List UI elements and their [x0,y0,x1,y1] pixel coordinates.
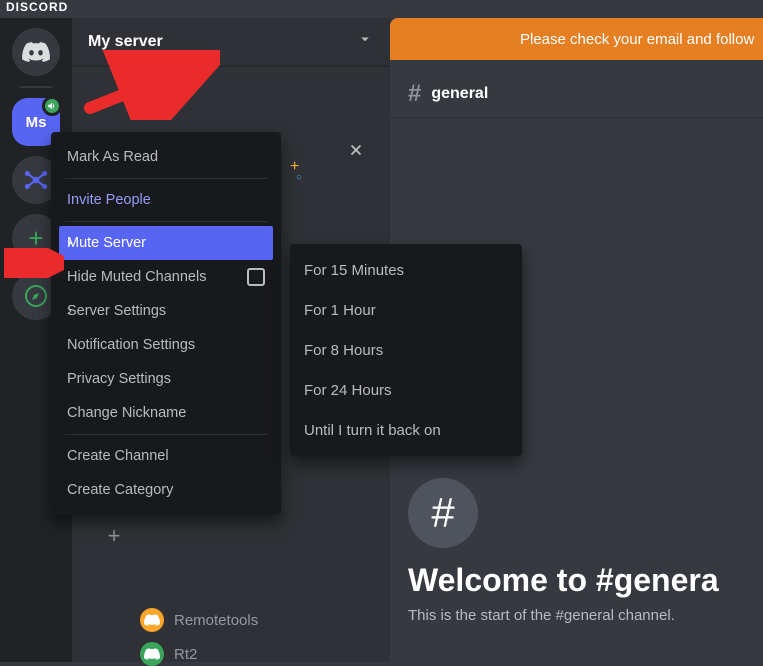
chevron-down-icon [356,30,374,53]
hash-icon: # [408,80,421,108]
server-name-dropdown[interactable]: My server [72,18,390,66]
discord-logo-icon [144,614,160,626]
compass-icon [24,284,48,308]
add-channel-row[interactable]: + [100,522,128,550]
rail-divider [20,86,52,88]
home-button[interactable] [12,28,60,76]
verify-email-banner[interactable]: Please check your email and follow [390,18,763,60]
avatar [140,642,164,666]
channel-hash-badge: # [408,478,478,548]
mute-8-hours[interactable]: For 8 Hours [296,330,516,370]
mute-24-hours[interactable]: For 24 Hours [296,370,516,410]
menu-separator [65,178,267,179]
member-item[interactable]: Remotetools [140,608,258,632]
menu-privacy-settings[interactable]: Privacy Settings [59,362,273,396]
server-initials: Ms [26,114,47,131]
close-icon[interactable] [344,138,368,162]
plus-icon: + [100,522,128,550]
member-item[interactable]: Rt2 [140,642,258,666]
member-list: Remotetools Rt2 [140,608,258,666]
checkbox-icon [247,268,265,286]
speaker-icon [47,101,57,111]
avatar [140,608,164,632]
mute-15-min[interactable]: For 15 Minutes [296,250,516,290]
menu-separator [65,434,267,435]
welcome-title: Welcome to #genera [408,562,719,599]
menu-create-category[interactable]: Create Category [59,473,273,507]
welcome-block: # Welcome to #genera This is the start o… [408,478,719,624]
discord-logo-icon [144,648,160,660]
server-context-menu: Mark As Read Invite People Mute Server ›… [51,132,281,515]
member-name: Remotetools [174,612,258,629]
plus-icon: + [28,223,43,254]
menu-mute-server[interactable]: Mute Server › [59,226,273,260]
channel-header: # general [390,70,763,118]
menu-mark-as-read[interactable]: Mark As Read [59,140,273,174]
server-name: My server [88,33,348,51]
menu-server-settings[interactable]: Server Settings › [59,294,273,328]
hub-icon [23,167,49,193]
discord-logo-icon [22,41,50,63]
mute-server-submenu: For 15 Minutes For 1 Hour For 8 Hours Fo… [290,244,522,456]
sparkle-icon: ○ [296,172,302,183]
mute-until-off[interactable]: Until I turn it back on [296,410,516,450]
menu-separator [65,221,267,222]
banner-text: Please check your email and follow [520,31,754,48]
menu-invite-people[interactable]: Invite People [59,183,273,217]
current-channel-name: general [431,85,488,103]
member-name: Rt2 [174,646,197,663]
app-brand: DISCORD [0,0,68,18]
menu-hide-muted-channels[interactable]: Hide Muted Channels [59,260,273,294]
welcome-subtitle: This is the start of the #general channe… [408,607,719,624]
menu-notification-settings[interactable]: Notification Settings [59,328,273,362]
menu-create-channel[interactable]: Create Channel [59,439,273,473]
menu-change-nickname[interactable]: Change Nickname [59,396,273,430]
voice-connected-badge [42,96,62,116]
mute-1-hour[interactable]: For 1 Hour [296,290,516,330]
